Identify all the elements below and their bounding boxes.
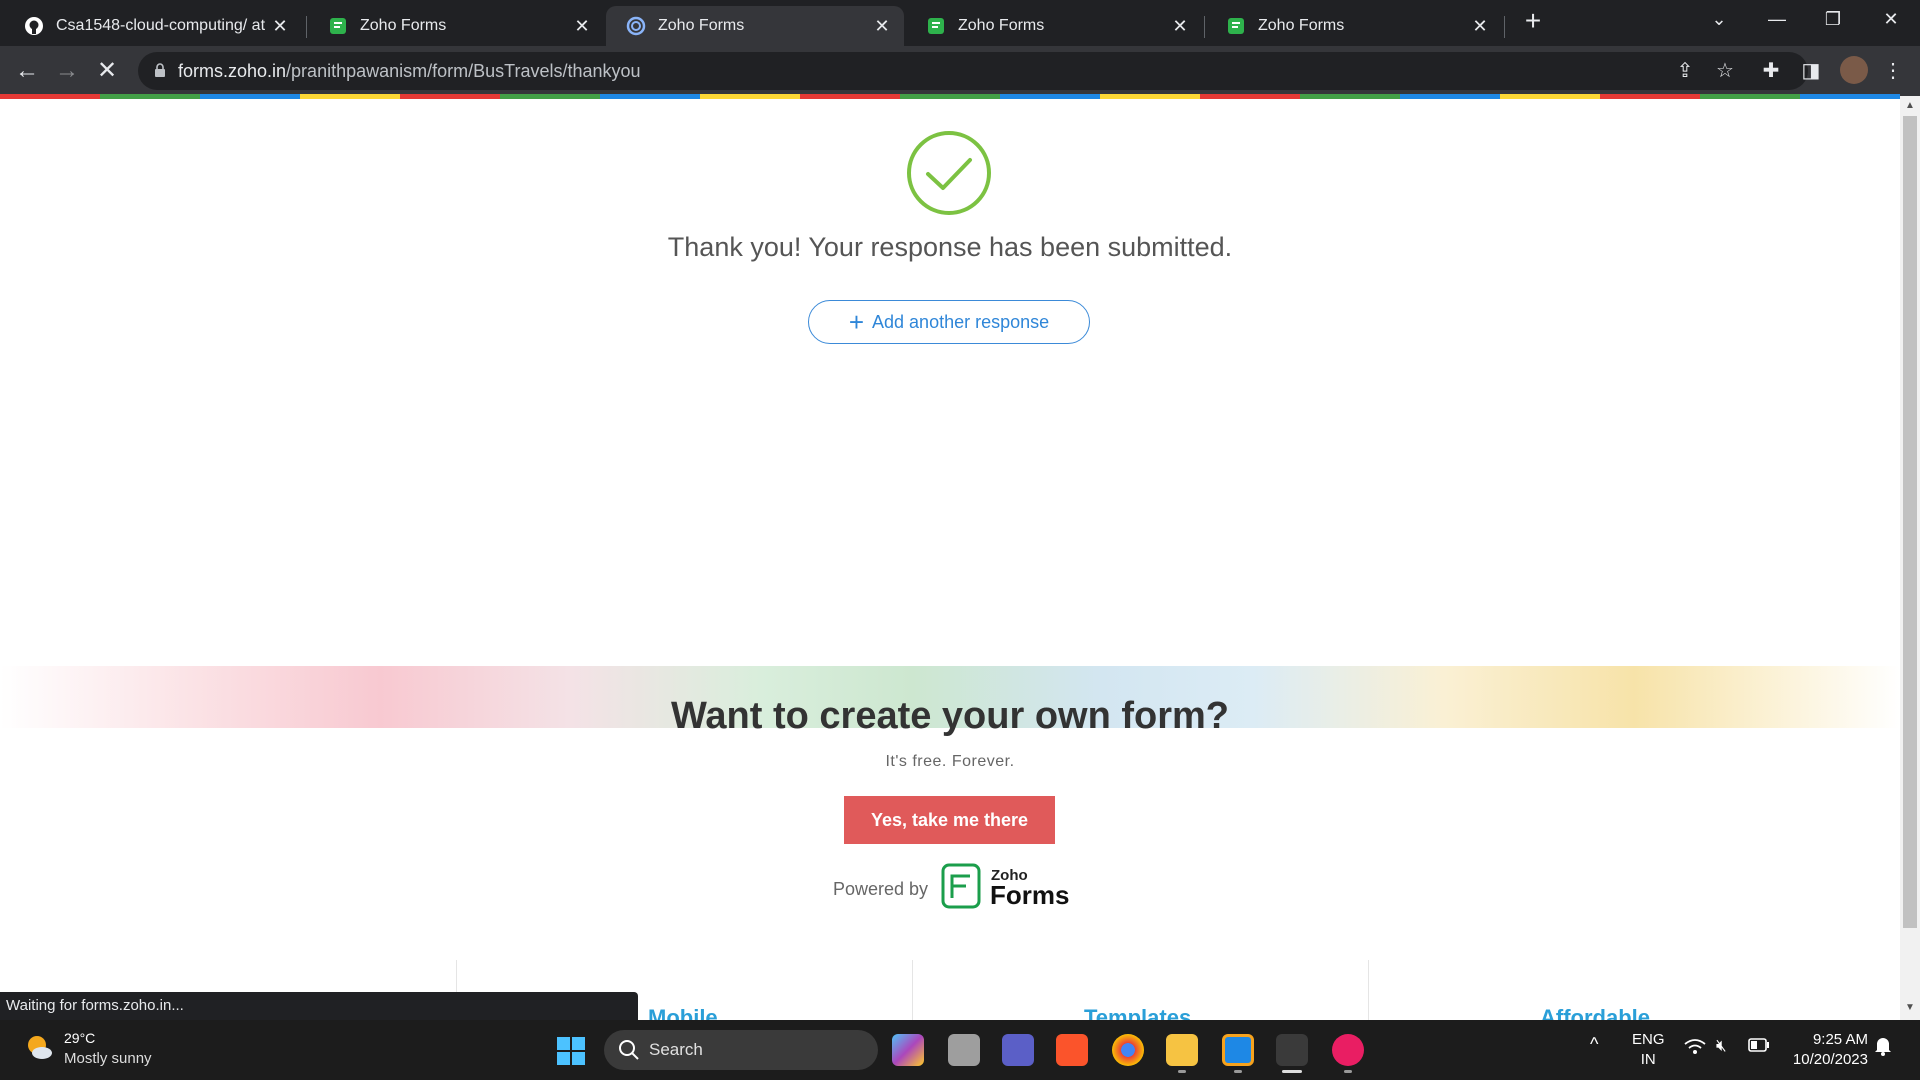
loading-status-bubble: Waiting for forms.zoho.in... [0, 992, 638, 1020]
github-icon [24, 16, 44, 36]
profile-avatar[interactable] [1840, 56, 1868, 84]
weather-temperature[interactable]: 29°C [64, 1030, 95, 1046]
tab-separator [306, 16, 307, 38]
wps-office-icon[interactable] [1332, 1034, 1364, 1066]
tab-search-chevron-icon[interactable]: ⌄ [1692, 0, 1746, 40]
tab-title: Csa1548-cloud-computing/ at m [56, 17, 266, 34]
scroll-down-arrow-icon[interactable]: ▼ [1904, 1002, 1916, 1014]
weather-condition[interactable]: Mostly sunny [64, 1050, 152, 1067]
task-view-icon[interactable] [948, 1034, 980, 1066]
active-indicator [1282, 1070, 1302, 1073]
close-icon[interactable]: ✕ [270, 16, 290, 37]
loading-icon [626, 16, 646, 36]
system-clock[interactable]: 9:25 AM 10/20/2023 [1776, 1030, 1868, 1070]
zoho-forms-icon [1226, 16, 1246, 36]
plus-icon: + [848, 307, 865, 337]
close-icon[interactable]: ✕ [872, 16, 892, 37]
battery-icon[interactable] [1748, 1038, 1770, 1056]
scrollbar-thumb[interactable] [1903, 116, 1917, 928]
tab-title: Zoho Forms [958, 17, 1045, 34]
scroll-up-arrow-icon[interactable]: ▲ [1904, 100, 1916, 112]
teams-icon[interactable] [1002, 1034, 1034, 1066]
thank-you-message: Thank you! Your response has been submit… [667, 232, 1233, 262]
take-me-there-button[interactable]: Yes, take me there [844, 796, 1055, 844]
running-indicator [1234, 1070, 1242, 1073]
language-code: ENG [1632, 1031, 1665, 1048]
address-bar[interactable]: forms.zoho.in/pranithpawanism/form/BusTr… [138, 52, 1808, 90]
close-icon[interactable]: ✕ [1470, 16, 1490, 37]
taskbar-search[interactable]: Search [604, 1030, 878, 1070]
search-icon [619, 1040, 639, 1060]
tab-zoho-forms-4[interactable]: Zoho Forms ✕ [1206, 6, 1502, 46]
running-indicator [1344, 1070, 1352, 1073]
extensions-puzzle-icon[interactable]: ✚ [1758, 58, 1784, 84]
zoho-forms-logo-icon[interactable] [940, 862, 982, 910]
forward-arrow-icon[interactable]: → [52, 56, 82, 86]
url-text[interactable]: forms.zoho.in/pranithpawanism/form/BusTr… [178, 61, 641, 82]
side-panel-icon[interactable]: ◨ [1798, 58, 1824, 84]
url-path: /pranithpawanism/form/BusTravels/thankyo… [286, 61, 641, 81]
zoho-color-stripe [0, 94, 1900, 99]
new-tab-button[interactable]: + [1518, 6, 1548, 36]
lock-icon[interactable] [154, 63, 166, 77]
feature-divider [912, 960, 913, 1020]
weather-sun-cloud-icon[interactable] [24, 1032, 54, 1062]
tab-title: Zoho Forms [1258, 17, 1345, 34]
chevron-up-icon[interactable]: ^ [1590, 1034, 1598, 1055]
restore-button[interactable]: ❐ [1806, 0, 1860, 40]
search-label: Search [649, 1040, 703, 1059]
powered-by-label: Powered by [833, 879, 929, 899]
stop-loading-icon[interactable]: ✕ [92, 56, 122, 86]
clock-time: 9:25 AM [1812, 1031, 1868, 1048]
tab-separator [1204, 16, 1205, 38]
kebab-menu-icon[interactable]: ⋮ [1880, 58, 1906, 84]
running-indicator [1178, 1070, 1186, 1073]
language-indicator[interactable]: ENG IN [1632, 1030, 1665, 1070]
wifi-icon[interactable] [1684, 1038, 1706, 1060]
copilot-icon[interactable] [892, 1034, 924, 1066]
zoho-forms-icon [328, 16, 348, 36]
minimize-button[interactable]: — [1750, 0, 1804, 40]
back-arrow-icon[interactable]: ← [12, 56, 42, 86]
close-window-button[interactable]: ✕ [1864, 0, 1918, 40]
tab-separator [1504, 16, 1505, 38]
feature-divider [1368, 960, 1369, 1020]
tab-zoho-forms-1[interactable]: Zoho Forms ✕ [308, 6, 604, 46]
success-check-icon [907, 131, 991, 215]
share-icon[interactable]: ⇪ [1672, 58, 1698, 84]
virtualbox-icon[interactable] [1222, 1034, 1254, 1066]
url-host: forms.zoho.in [178, 61, 287, 81]
file-explorer-icon[interactable] [1166, 1034, 1198, 1066]
tab-github[interactable]: Csa1548-cloud-computing/ at m ✕ [4, 6, 302, 46]
zoho-forms-icon [926, 16, 946, 36]
windows-start-icon[interactable] [556, 1036, 586, 1066]
browser-toolbar: ← → ✕ forms.zoho.in/pranithpawanism/form… [0, 46, 1920, 96]
clock-date: 10/20/2023 [1792, 1051, 1868, 1068]
speaker-muted-icon[interactable]: 🔇︎ [1716, 1036, 1727, 1056]
tab-title: Zoho Forms [360, 17, 447, 34]
chrome-icon[interactable] [1112, 1034, 1144, 1066]
bookmark-star-icon[interactable]: ☆ [1712, 58, 1738, 84]
notification-bell-icon[interactable] [1874, 1036, 1892, 1060]
tab-title: Zoho Forms [658, 17, 745, 34]
chrome-profile-active-icon[interactable] [1276, 1034, 1308, 1066]
tab-zoho-forms-3[interactable]: Zoho Forms ✕ [906, 6, 1202, 46]
close-icon[interactable]: ✕ [572, 16, 592, 37]
add-another-response-button[interactable]: + Add another response [808, 300, 1090, 344]
region-code: IN [1640, 1051, 1656, 1068]
tab-zoho-forms-active[interactable]: Zoho Forms ✕ [606, 6, 904, 46]
tab-strip: Csa1548-cloud-computing/ at m ✕ Zoho For… [0, 0, 1920, 46]
brave-browser-icon[interactable] [1056, 1034, 1088, 1066]
add-another-label: Add another response [872, 311, 1050, 332]
promo-heading: Want to create your own form? [670, 695, 1230, 737]
promo-subtext: It's free. Forever. [885, 753, 1015, 770]
logo-word-forms[interactable]: Forms [990, 880, 1069, 911]
windows-taskbar: 29°C Mostly sunny Search ^ ENG IN 🔇︎ 9:2… [0, 1020, 1920, 1080]
close-icon[interactable]: ✕ [1170, 16, 1190, 37]
